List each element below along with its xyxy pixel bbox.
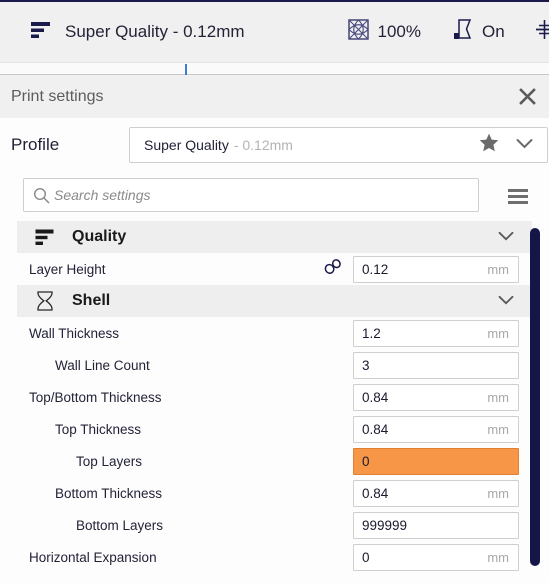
star-icon[interactable] xyxy=(479,133,499,157)
setting-label: Wall Line Count xyxy=(55,357,150,373)
page-title: Print settings xyxy=(11,87,104,105)
setting-value-input[interactable]: 1.2 mm xyxy=(353,320,519,347)
setting-value-input[interactable]: 0.84 mm xyxy=(353,384,519,411)
profile-row: Profile Super Quality - 0.12mm xyxy=(0,118,549,172)
setting-row-bottom-thickness: Bottom Thickness 0.84 mm xyxy=(0,477,549,509)
setting-unit: mm xyxy=(487,326,509,341)
tab-active-indicator xyxy=(185,64,187,75)
setting-label: Wall Thickness xyxy=(29,325,120,341)
setting-label: Bottom Layers xyxy=(76,517,164,533)
setting-label: Horizontal Expansion xyxy=(29,549,157,565)
setting-row-wall-line-count: Wall Line Count 3 xyxy=(0,349,549,381)
setting-value-input[interactable]: 0 mm xyxy=(353,544,519,571)
setting-label: Layer Height xyxy=(29,261,106,277)
profile-label: Profile xyxy=(11,135,60,154)
setting-value: 0 xyxy=(362,550,370,565)
setting-row-horizontal-expansion: Horizontal Expansion 0 mm xyxy=(0,541,549,573)
setting-unit: mm xyxy=(487,390,509,405)
setting-value: 1.2 xyxy=(362,326,381,341)
hamburger-menu-icon[interactable] xyxy=(504,183,532,211)
setting-label: Top Layers xyxy=(76,453,143,469)
setting-value: 999999 xyxy=(362,518,408,533)
category-title: Shell xyxy=(72,292,111,309)
shell-icon xyxy=(34,291,56,311)
setting-value: 0.84 xyxy=(362,422,389,437)
setting-row-top-bottom-thickness: Top/Bottom Thickness 0.84 mm xyxy=(0,381,549,413)
chevron-down-icon[interactable] xyxy=(516,136,533,154)
setting-value: 0.84 xyxy=(362,390,389,405)
setting-unit: mm xyxy=(487,550,509,565)
setting-value: 0.84 xyxy=(362,486,389,501)
setting-value: 0.12 xyxy=(362,262,389,277)
layers-icon xyxy=(30,21,51,44)
support-button[interactable]: On xyxy=(453,19,505,45)
category-header-quality[interactable]: Quality xyxy=(17,221,532,253)
profile-selected-name: Super Quality xyxy=(144,137,229,153)
setting-value-input[interactable]: 0.12 mm xyxy=(353,256,519,283)
setting-value-input[interactable]: 0.84 mm xyxy=(353,480,519,507)
support-icon xyxy=(453,19,473,45)
setting-unit: mm xyxy=(487,486,509,501)
panel-header: Print settings xyxy=(0,75,549,118)
infill-density-value: 100% xyxy=(377,22,421,41)
settings-list: Quality Layer Height 0.12 mm Shell Wall … xyxy=(0,221,549,583)
search-input[interactable] xyxy=(54,187,478,203)
print-settings-panel: Print settings Profile Super Quality - 0… xyxy=(0,75,549,583)
link-chain-icon[interactable] xyxy=(324,259,342,280)
profile-select[interactable]: Super Quality - 0.12mm xyxy=(129,127,548,163)
setting-value-input[interactable]: 3 xyxy=(353,352,519,379)
setting-unit: mm xyxy=(487,422,509,437)
search-icon xyxy=(33,187,50,204)
setting-label: Top/Bottom Thickness xyxy=(29,389,162,405)
setting-value: 3 xyxy=(362,358,370,373)
setting-unit: mm xyxy=(487,262,509,277)
setting-value-input[interactable]: 999999 xyxy=(353,512,519,539)
top-profile-label: Super Quality - 0.12mm xyxy=(65,22,245,41)
setting-value: 0 xyxy=(362,454,370,469)
category-header-shell[interactable]: Shell xyxy=(17,285,532,317)
search-box[interactable] xyxy=(23,178,479,212)
close-icon[interactable] xyxy=(514,84,540,110)
adhesion-button[interactable]: On xyxy=(535,19,549,45)
settings-scrollbar[interactable] xyxy=(527,221,542,583)
setting-row-top-thickness: Top Thickness 0.84 mm xyxy=(0,413,549,445)
setting-label: Top Thickness xyxy=(55,421,142,437)
search-row xyxy=(0,172,549,221)
setting-value-input[interactable]: 0.84 mm xyxy=(353,416,519,443)
adhesion-icon xyxy=(535,19,549,45)
category-title: Quality xyxy=(72,228,127,245)
setting-row-layer-height: Layer Height 0.12 mm xyxy=(0,253,549,285)
setting-row-bottom-layers: Bottom Layers 999999 xyxy=(0,509,549,541)
scrollbar-thumb[interactable] xyxy=(530,228,540,566)
support-value: On xyxy=(482,22,505,41)
chevron-down-icon[interactable] xyxy=(498,292,514,310)
layers-icon xyxy=(34,229,56,246)
infill-density-icon xyxy=(347,19,369,45)
top-profile-chip[interactable]: Super Quality - 0.12mm xyxy=(30,21,245,44)
setting-label: Bottom Thickness xyxy=(55,485,163,501)
chevron-down-icon[interactable] xyxy=(498,228,514,246)
profile-selected-sub: - 0.12mm xyxy=(233,137,293,153)
infill-density-button[interactable]: 100% xyxy=(347,19,421,45)
setting-row-wall-thickness: Wall Thickness 1.2 mm xyxy=(0,317,549,349)
setting-value-input[interactable]: 0 xyxy=(353,448,519,475)
setting-row-top-layers: Top Layers 0 xyxy=(0,445,549,477)
tab-strip xyxy=(0,62,549,75)
top-toolbar: Super Quality - 0.12mm 100% On xyxy=(0,0,549,62)
